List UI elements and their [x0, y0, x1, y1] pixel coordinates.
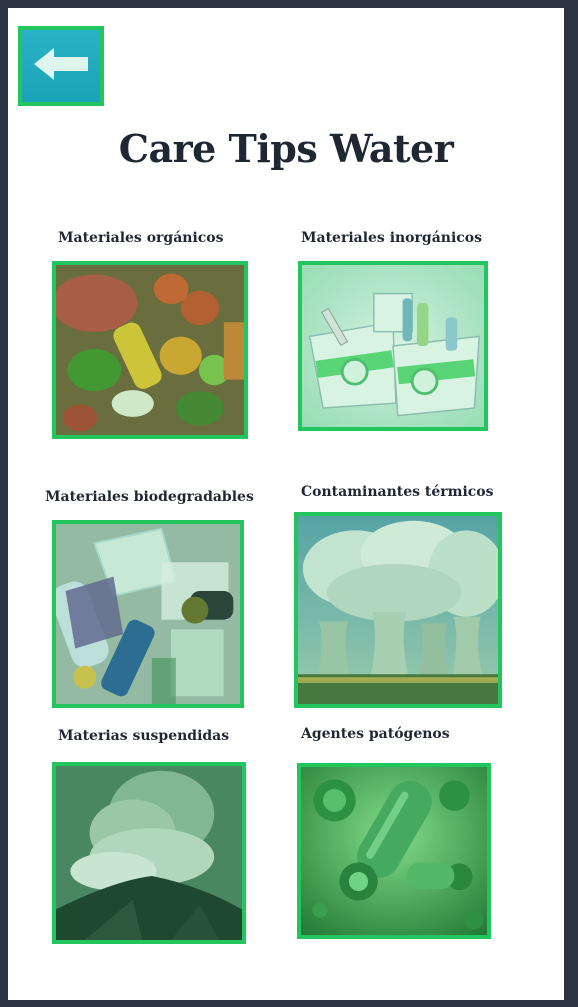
category-label-biodegradable: Materiales biodegradables [45, 489, 254, 505]
recycle-bins-image [302, 265, 484, 427]
page-title: Care Tips Water [118, 126, 454, 171]
cooling-towers-image [298, 516, 498, 704]
category-tile-thermal[interactable] [294, 512, 502, 708]
category-tile-organic[interactable] [52, 261, 248, 439]
app-screen: Care Tips Water Materiales orgánicos Mat… [8, 8, 564, 1000]
organic-food-image [56, 265, 244, 435]
category-label-organic: Materiales orgánicos [58, 230, 224, 246]
volcano-ash-image [56, 766, 242, 940]
back-button[interactable] [18, 26, 104, 106]
category-tile-biodegradable[interactable] [52, 520, 244, 708]
bacteria-virus-image [301, 767, 487, 935]
category-tile-pathogens[interactable] [297, 763, 491, 939]
category-label-inorganic: Materiales inorgánicos [301, 230, 483, 246]
category-label-thermal: Contaminantes térmicos [301, 484, 494, 500]
category-tile-suspended[interactable] [52, 762, 246, 944]
category-label-pathogens: Agentes patógenos [301, 726, 450, 742]
plastic-waste-image [56, 524, 240, 704]
category-label-suspended: Materias suspendidas [58, 728, 230, 744]
category-tile-inorganic[interactable] [298, 261, 488, 431]
arrow-left-icon [30, 44, 92, 88]
